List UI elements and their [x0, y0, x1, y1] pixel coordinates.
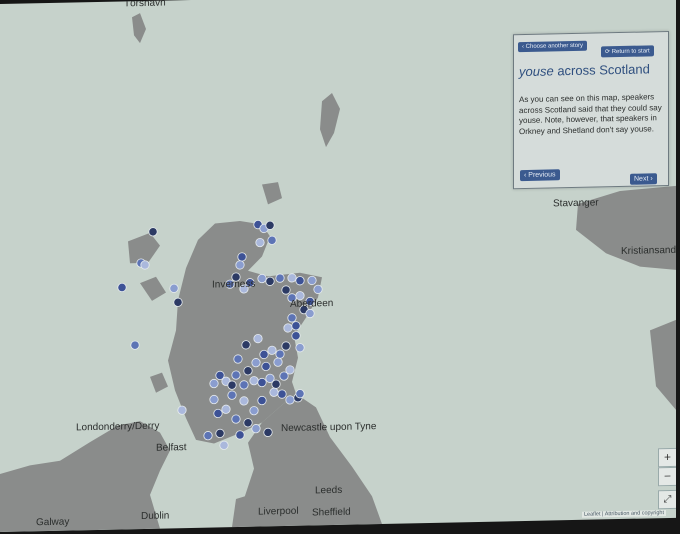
city-label-aberdeen: Aberdeen [290, 298, 334, 310]
return-to-start-button[interactable]: ⟳ Return to start [601, 45, 654, 58]
city-label-kristiansand: Kristiansand [621, 244, 676, 257]
response-marker[interactable] [291, 331, 301, 341]
response-marker[interactable] [251, 424, 261, 434]
response-marker[interactable] [235, 430, 245, 440]
response-marker[interactable] [253, 333, 263, 344]
response-marker[interactable] [227, 390, 237, 400]
response-marker[interactable] [148, 227, 158, 237]
response-marker[interactable] [285, 365, 295, 375]
response-marker[interactable] [251, 358, 261, 368]
response-marker[interactable] [231, 414, 241, 424]
response-marker[interactable] [237, 252, 247, 262]
fullscreen-button[interactable]: ⤢ [658, 489, 676, 510]
response-marker[interactable] [257, 273, 267, 284]
story-title-word: youse [519, 63, 554, 80]
city-label-liverpool: Liverpool [258, 505, 299, 518]
response-marker[interactable] [239, 396, 249, 406]
response-marker[interactable] [267, 345, 277, 355]
response-marker[interactable] [307, 275, 317, 286]
choose-another-story-button[interactable]: ‹ Choose another story [518, 40, 588, 53]
response-marker[interactable] [243, 418, 253, 428]
city-label-torshavn: Tórshavn [124, 0, 166, 10]
response-marker[interactable] [267, 235, 277, 245]
response-marker[interactable] [281, 341, 291, 351]
response-marker[interactable] [219, 440, 229, 450]
city-label-inverness: Inverness [212, 278, 256, 291]
response-marker[interactable] [265, 220, 275, 230]
response-marker[interactable] [249, 376, 259, 386]
response-marker[interactable] [235, 260, 245, 270]
response-marker[interactable] [291, 321, 301, 331]
story-panel: ‹ Choose another story ⟳ Return to start… [513, 30, 669, 190]
previous-button[interactable]: ‹ Previous [520, 169, 560, 182]
city-label-belfast: Belfast [156, 442, 187, 454]
response-marker[interactable] [239, 380, 249, 390]
map-view[interactable]: Tórshavn Inverness Aberdeen Stavanger Kr… [0, 0, 676, 532]
response-marker[interactable] [295, 343, 305, 353]
response-marker[interactable] [287, 273, 297, 283]
response-marker[interactable] [257, 395, 267, 406]
response-marker[interactable] [287, 313, 297, 323]
response-marker[interactable] [231, 370, 241, 380]
response-marker[interactable] [213, 408, 223, 419]
response-marker[interactable] [269, 387, 279, 397]
response-marker[interactable] [249, 406, 259, 416]
response-marker[interactable] [130, 340, 140, 350]
city-label-galway: Galway [36, 516, 70, 529]
response-marker[interactable] [277, 389, 287, 399]
response-marker[interactable] [259, 349, 269, 360]
response-marker[interactable] [173, 297, 183, 307]
story-title: youse across Scotland [519, 61, 659, 80]
response-marker[interactable] [257, 377, 267, 388]
response-marker[interactable] [275, 273, 285, 283]
city-label-newcastle: Newcastle upon Tyne [281, 421, 377, 435]
response-marker[interactable] [281, 285, 291, 295]
response-marker[interactable] [261, 361, 271, 372]
response-marker[interactable] [285, 395, 295, 405]
response-marker[interactable] [233, 354, 243, 364]
response-marker[interactable] [271, 379, 281, 389]
response-marker[interactable] [117, 282, 127, 293]
city-label-londonderry: Londonderry/Derry [76, 420, 160, 434]
response-marker[interactable] [169, 283, 179, 293]
response-marker[interactable] [227, 380, 237, 390]
story-body-text: As you can see on this map, speakers acr… [519, 92, 662, 136]
response-marker[interactable] [209, 378, 219, 389]
next-button[interactable]: Next › [630, 173, 657, 185]
response-marker[interactable] [221, 404, 231, 414]
response-marker[interactable] [243, 366, 253, 376]
city-label-stavanger: Stavanger [553, 197, 599, 210]
city-label-leeds: Leeds [315, 484, 343, 497]
response-marker[interactable] [263, 427, 273, 437]
projected-screen: Tórshavn Inverness Aberdeen Stavanger Kr… [0, 0, 680, 534]
response-marker[interactable] [295, 389, 305, 399]
zoom-in-button[interactable]: + [658, 447, 676, 468]
city-label-dublin: Dublin [141, 510, 170, 523]
city-label-sheffield: Sheffield [312, 506, 351, 519]
response-marker[interactable] [215, 428, 225, 438]
response-marker[interactable] [273, 357, 283, 367]
response-marker[interactable] [313, 284, 323, 294]
zoom-out-button[interactable]: − [658, 466, 676, 487]
response-marker[interactable] [265, 276, 275, 286]
response-marker[interactable] [140, 260, 150, 270]
response-marker[interactable] [203, 431, 213, 441]
response-marker[interactable] [215, 370, 225, 380]
response-marker[interactable] [295, 276, 305, 286]
response-marker[interactable] [241, 340, 251, 350]
response-marker[interactable] [275, 349, 285, 359]
response-marker[interactable] [209, 394, 219, 405]
response-marker[interactable] [255, 237, 265, 248]
response-marker[interactable] [305, 308, 315, 319]
response-marker[interactable] [283, 323, 293, 333]
story-title-rest: across Scotland [557, 61, 650, 79]
response-marker[interactable] [177, 405, 187, 415]
